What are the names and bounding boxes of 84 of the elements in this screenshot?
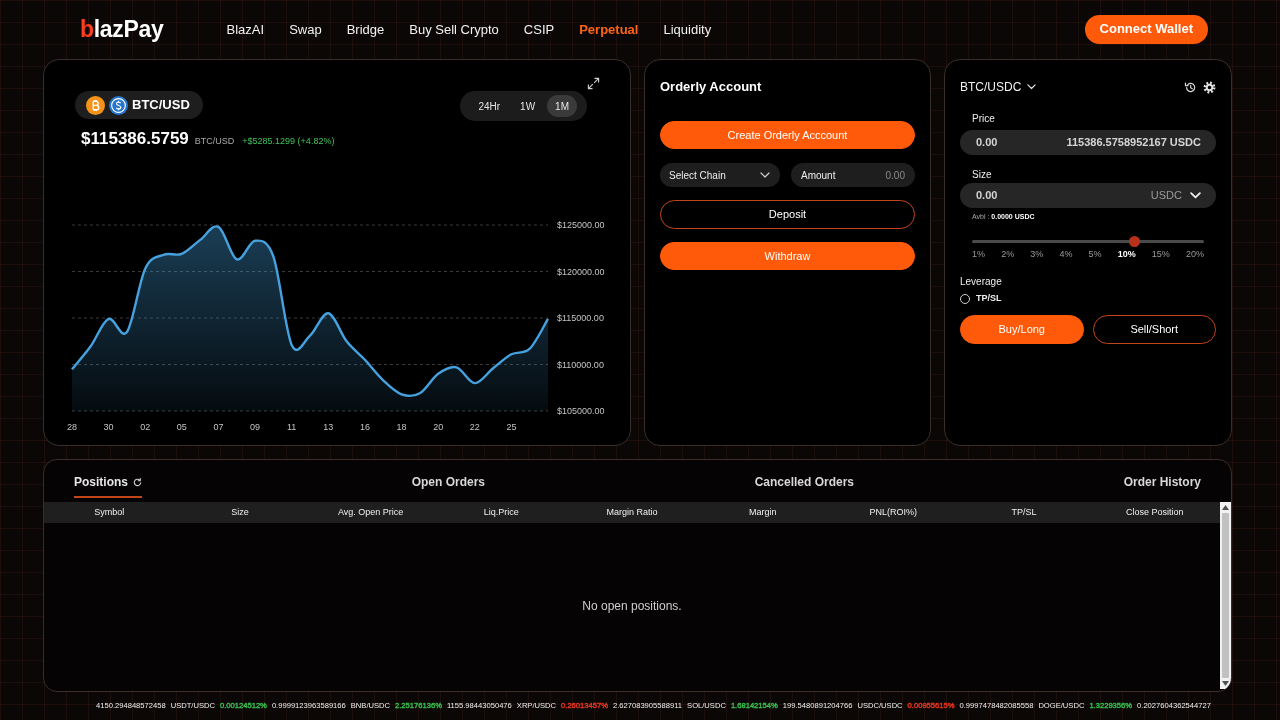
panel-tab[interactable]: Positions — [74, 474, 142, 498]
refresh-icon[interactable] — [133, 477, 142, 487]
column-header: Size — [230, 506, 250, 519]
axis-label: $120000.00 — [557, 266, 605, 277]
percent-option[interactable]: 15% — [1151, 249, 1170, 260]
field-label: Size — [972, 168, 992, 182]
history-icon[interactable] — [1184, 80, 1197, 94]
percent-option[interactable]: 20% — [1186, 249, 1204, 260]
axis-label: 25 — [506, 422, 517, 432]
price-change: +$5285.1299 (+4.82%) — [242, 136, 335, 148]
axis-label: 09 — [250, 422, 261, 432]
pair-selector[interactable]: BTC/USD — [75, 91, 203, 119]
price-value: $115386.5759 — [81, 129, 189, 149]
logo[interactable]: blazPay — [80, 16, 164, 43]
column-header: Liq.Price — [482, 506, 520, 519]
axis-label: 22 — [469, 422, 480, 432]
percent-option[interactable]: 1% — [972, 249, 985, 260]
axis-label: 20 — [433, 422, 444, 432]
axis-label: 07 — [213, 422, 224, 432]
percent-option[interactable]: 10% — [1117, 249, 1136, 260]
tpsl-label: TP/SL — [976, 293, 1002, 305]
column-header: Symbol — [93, 506, 126, 519]
pair-label: BTC/USD — [194, 136, 235, 148]
axis-label: 11 — [287, 422, 297, 432]
scrollbar[interactable] — [1220, 502, 1231, 689]
nav-link[interactable]: BlazAI — [226, 21, 265, 38]
axis-label: 28 — [67, 422, 77, 432]
nav-link[interactable]: Buy Sell Crypto — [409, 21, 499, 38]
unit-selector[interactable]: USDC — [1150, 188, 1201, 203]
axis-label: $125000.00 — [557, 220, 605, 230]
percent-option[interactable]: 4% — [1059, 249, 1073, 260]
field-label: Amount — [801, 168, 836, 182]
size-input[interactable]: 0.00 — [976, 188, 1016, 203]
axis-label: 13 — [323, 422, 334, 432]
column-header: Margin Ratio — [605, 506, 659, 519]
column-header: Avg. Open Price — [336, 506, 405, 519]
expand-icon[interactable] — [587, 77, 600, 90]
percent-option[interactable]: 2% — [1001, 249, 1015, 260]
axis-label: 16 — [359, 422, 370, 432]
empty-message: No open positions. — [582, 599, 682, 615]
quote-label: 115386.5758952167 USDC — [1066, 135, 1201, 150]
deposit-button[interactable]: Deposit — [660, 200, 915, 229]
panel-title: Orderly Account — [660, 79, 762, 95]
percent-option[interactable]: 3% — [1030, 249, 1044, 260]
panel-tab[interactable]: Cancelled Orders — [754, 474, 854, 498]
scroll-down-icon[interactable] — [1222, 681, 1229, 686]
dollar-coin-icon — [109, 95, 128, 115]
column-header: PNL(ROI%) — [868, 506, 919, 519]
leverage-label: Leverage — [960, 275, 1002, 288]
chevron-down-icon — [760, 172, 770, 178]
scroll-up-icon[interactable] — [1222, 505, 1229, 510]
price-input[interactable]: 0.00 — [976, 135, 1016, 150]
percent-option[interactable]: 5% — [1088, 249, 1102, 260]
nav-link[interactable]: Liquidity — [663, 21, 712, 38]
nav-link[interactable]: Bridge — [346, 21, 385, 38]
settings-icon[interactable] — [1203, 80, 1216, 94]
chain-select[interactable]: Select Chain — [660, 163, 780, 187]
axis-label: 02 — [140, 422, 151, 432]
column-header: Margin — [747, 506, 778, 519]
axis-label: 18 — [396, 422, 407, 432]
axis-label: 30 — [103, 422, 114, 432]
nav-link[interactable]: CSIP — [523, 21, 555, 38]
slider-thumb[interactable] — [1129, 236, 1141, 247]
timeframe-tab[interactable]: 1W — [512, 95, 544, 117]
scrollbar-thumb[interactable] — [1222, 513, 1229, 678]
nav-link[interactable]: Swap — [289, 21, 322, 38]
timeframe-tab[interactable]: 24Hr — [470, 95, 509, 117]
column-header: TP/SL — [1010, 506, 1038, 519]
axis-label: $115000.00 — [557, 313, 604, 323]
coin-icon — [86, 95, 105, 115]
chevron-down-icon — [1027, 84, 1037, 90]
pair-dropdown[interactable]: BTC/USDC — [960, 79, 1037, 95]
axis-label: $110000.00 — [557, 359, 604, 370]
chevron-down-icon — [1190, 192, 1201, 199]
axis-label: 05 — [176, 422, 187, 432]
timeframe-tab[interactable]: 1M — [547, 95, 577, 117]
column-header: Close Position — [1124, 506, 1185, 519]
sell-short-button[interactable]: Sell/Short — [1092, 314, 1216, 344]
field-label: Price — [972, 112, 995, 126]
panel-tab[interactable]: Open Orders — [411, 474, 485, 498]
panel-tab[interactable]: Order History — [1123, 474, 1201, 498]
nav-link[interactable]: Perpetual — [579, 21, 639, 38]
axis-label: $105000.00 — [557, 406, 605, 416]
amount-input[interactable]: 0.00 — [865, 168, 905, 182]
